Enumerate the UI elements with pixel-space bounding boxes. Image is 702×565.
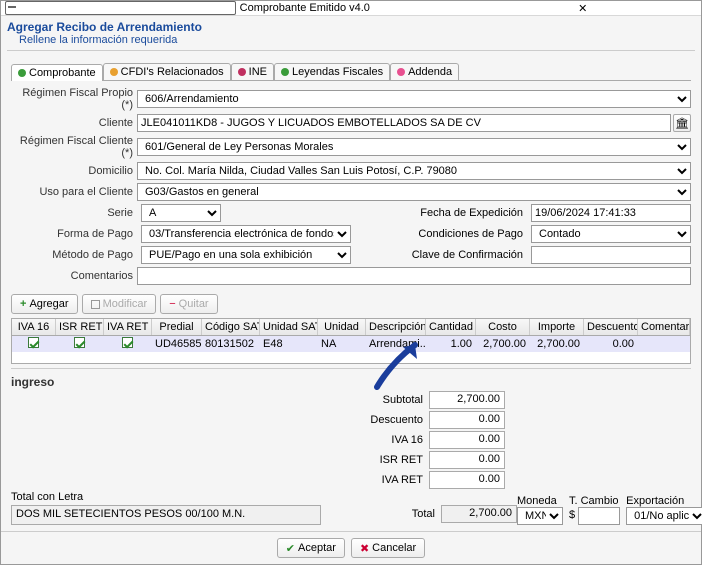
- modificar-button[interactable]: Modificar: [82, 294, 157, 314]
- minus-icon: −: [169, 298, 175, 310]
- grid-header: IVA 16 ISR RET IVA RET Predial Código SA…: [12, 319, 690, 336]
- registry-icon: 🏛: [675, 117, 689, 130]
- letra-value: DOS MIL SETECIENTOS PESOS 00/100 M.N.: [11, 505, 321, 525]
- metodo-select[interactable]: PUE/Pago en una sola exhibición: [141, 246, 351, 264]
- letra-label: Total con Letra: [11, 491, 321, 503]
- exportacion-select[interactable]: 01/No aplica: [626, 507, 702, 525]
- lbl-metodo: Método de Pago: [11, 249, 137, 261]
- regimen-propio-select[interactable]: 606/Arrendamiento: [137, 90, 691, 108]
- lbl-regimen-propio: Régimen Fiscal Propio (*): [11, 87, 137, 111]
- aceptar-button[interactable]: ✔Aceptar: [277, 538, 345, 558]
- tcambio-input[interactable]: [578, 507, 620, 525]
- items-grid: IVA 16 ISR RET IVA RET Predial Código SA…: [11, 318, 691, 364]
- cancelar-button[interactable]: ✖Cancelar: [351, 538, 425, 558]
- tabs: Comprobante CFDI's Relacionados INE Leye…: [11, 63, 691, 81]
- lbl-domicilio: Domicilio: [11, 165, 137, 177]
- domicilio-select[interactable]: No. Col. María Nilda, Ciudad Valles San …: [137, 162, 691, 180]
- moneda-select[interactable]: MXN: [517, 507, 563, 525]
- window-title: Comprobante Emitido v4.0: [240, 2, 469, 14]
- uso-select[interactable]: G03/Gastos en general: [137, 183, 691, 201]
- lbl-serie: Serie: [11, 207, 137, 219]
- check-icon: ✔: [286, 542, 295, 555]
- close-icon[interactable]: ✕: [468, 2, 697, 15]
- grid-toolbar: +Agregar Modificar −Quitar: [11, 294, 691, 314]
- app-window: Comprobante Emitido v4.0 ✕ Agregar Recib…: [0, 0, 702, 565]
- descuento-value: 0.00: [429, 411, 505, 429]
- plus-icon: +: [20, 298, 26, 310]
- tab-addenda[interactable]: Addenda: [390, 63, 459, 80]
- quitar-button[interactable]: −Quitar: [160, 294, 217, 314]
- fecha-input[interactable]: [531, 204, 691, 222]
- edit-icon: [91, 300, 100, 309]
- table-row[interactable]: UD46585 80131502 E48 NA Arrendami... 1.0…: [12, 336, 690, 352]
- isr-value: 0.00: [429, 451, 505, 469]
- tab-comprobante[interactable]: Comprobante: [11, 64, 103, 81]
- lbl-regimen-cliente: Régimen Fiscal Cliente (*): [11, 135, 137, 159]
- totals-block: Subtotal2,700.00 Descuento0.00 IVA 160.0…: [309, 391, 505, 491]
- subtotal-value: 2,700.00: [429, 391, 505, 409]
- lbl-condiciones: Condiciones de Pago: [409, 228, 527, 240]
- tab-ine[interactable]: INE: [231, 63, 274, 80]
- serie-select[interactable]: A: [141, 204, 221, 222]
- tab-leyendas[interactable]: Leyendas Fiscales: [274, 63, 390, 80]
- cliente-input[interactable]: [137, 114, 671, 132]
- agregar-button[interactable]: +Agregar: [11, 294, 78, 314]
- app-icon: [5, 1, 236, 15]
- condiciones-select[interactable]: Contado: [531, 225, 691, 243]
- regimen-cliente-select[interactable]: 601/General de Ley Personas Morales: [137, 138, 691, 156]
- ingreso-label: ingreso: [11, 375, 691, 389]
- titlebar: Comprobante Emitido v4.0 ✕: [1, 1, 701, 16]
- lbl-forma: Forma de Pago: [11, 228, 137, 240]
- header-subtitle: Rellene la información requerida: [19, 34, 177, 46]
- clave-input[interactable]: [531, 246, 691, 264]
- iva16-value: 0.00: [429, 431, 505, 449]
- lbl-clave: Clave de Confirmación: [409, 249, 527, 261]
- cliente-search-button[interactable]: 🏛: [673, 114, 691, 132]
- lbl-fecha: Fecha de Expedición: [409, 207, 527, 219]
- header-title: Agregar Recibo de Arrendamiento: [7, 20, 202, 34]
- comentarios-input[interactable]: [137, 267, 691, 285]
- form: Régimen Fiscal Propio (*)606/Arrendamien…: [1, 81, 701, 290]
- isrret-checkbox[interactable]: [74, 337, 85, 348]
- dialog-buttons: ✔Aceptar ✖Cancelar: [1, 531, 701, 564]
- forma-select[interactable]: 03/Transferencia electrónica de fondos: [141, 225, 351, 243]
- lbl-comentarios: Comentarios: [11, 270, 137, 282]
- total-value: 2,700.00: [441, 505, 517, 523]
- cancel-icon: ✖: [360, 542, 369, 555]
- iva16-checkbox[interactable]: [28, 337, 39, 348]
- ivaret-checkbox[interactable]: [122, 337, 133, 348]
- tab-cfdis[interactable]: CFDI's Relacionados: [103, 63, 231, 80]
- ivaret-value: 0.00: [429, 471, 505, 489]
- lbl-uso: Uso para el Cliente: [11, 186, 137, 198]
- header: Agregar Recibo de Arrendamiento Rellene …: [1, 16, 701, 59]
- lbl-cliente: Cliente: [11, 117, 137, 129]
